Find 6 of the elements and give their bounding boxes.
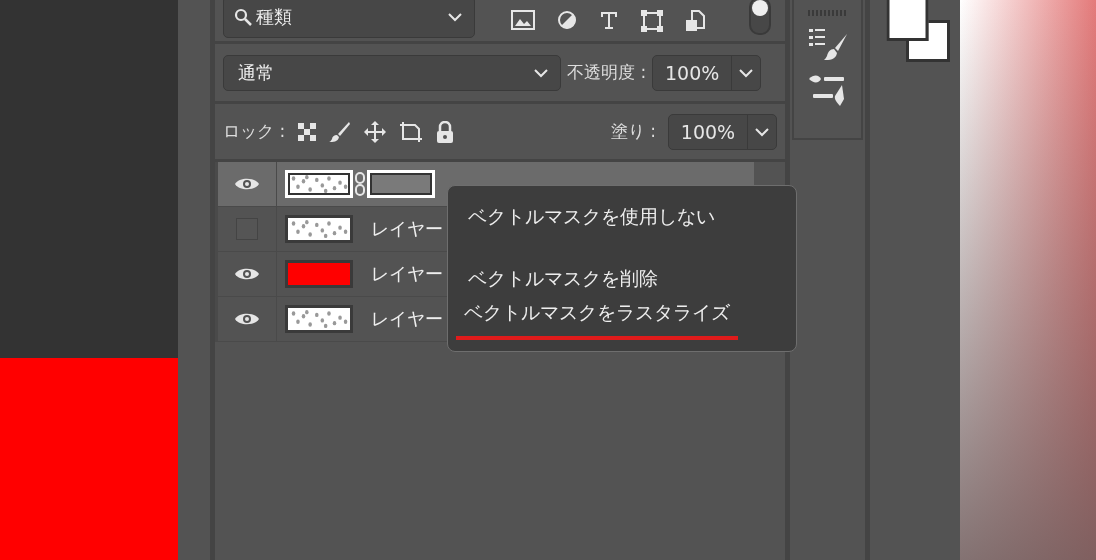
lock-label: ロック : — [223, 120, 286, 143]
opacity-label: 不透明度 : — [567, 61, 647, 84]
fill-label: 塗り : — [610, 120, 656, 143]
layer-name: レイヤー — [371, 217, 443, 241]
layer-name: レイヤー — [371, 262, 443, 286]
layer-name: レイヤー — [371, 307, 443, 331]
